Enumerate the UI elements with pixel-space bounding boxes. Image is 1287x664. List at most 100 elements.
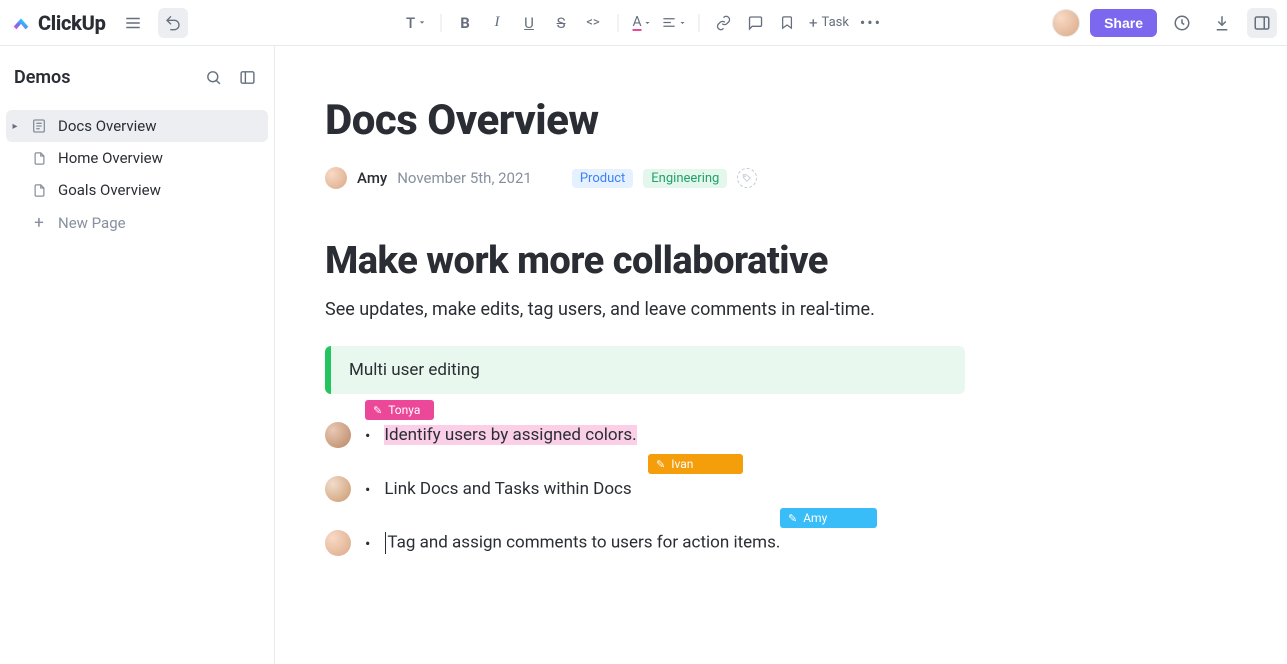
bullet-marker: • <box>365 426 370 445</box>
clock-icon <box>1173 14 1191 32</box>
link-icon <box>715 15 731 31</box>
code-button[interactable]: <> <box>579 9 607 37</box>
new-page-label: New Page <box>58 214 126 232</box>
align-button[interactable] <box>660 9 688 37</box>
collaborator-avatar[interactable] <box>325 476 351 502</box>
search-icon <box>205 69 222 86</box>
bookmark-icon <box>780 15 795 30</box>
doc-icon <box>30 118 48 134</box>
sidebar-item-label: Home Overview <box>58 149 163 167</box>
comment-button[interactable] <box>741 9 769 37</box>
bullet-row[interactable]: ✎ Ivan • Link Docs and Tasks within Docs <box>325 476 1105 502</box>
author-avatar[interactable] <box>325 167 347 189</box>
ellipsis-icon: ••• <box>860 13 882 32</box>
sidebar-item-home-overview[interactable]: Home Overview <box>0 142 274 174</box>
edit-icon: ✎ <box>788 512 797 525</box>
bullet-row[interactable]: ✎ Tonya • Identify users by assigned col… <box>325 422 1105 448</box>
doc-subtext[interactable]: See updates, make edits, tag users, and … <box>325 299 1105 320</box>
download-button[interactable] <box>1207 8 1237 38</box>
bullet-marker: • <box>365 534 370 553</box>
page-icon <box>30 151 48 166</box>
main-layout: Demos ▸ Docs Overview <box>0 46 1287 664</box>
callout-block[interactable]: Multi user editing <box>325 346 965 394</box>
sidebar: Demos ▸ Docs Overview <box>0 46 275 664</box>
presence-name: Amy <box>803 511 827 525</box>
bullet-text[interactable]: Tag and assign comments to users for act… <box>384 532 780 554</box>
author-name[interactable]: Amy <box>357 169 387 187</box>
doc-meta-row: Amy November 5th, 2021 Product Engineeri… <box>325 167 1105 189</box>
bookmark-button[interactable] <box>773 9 801 37</box>
bullet-marker: • <box>365 480 370 499</box>
bold-icon: B <box>460 14 470 32</box>
doc-heading[interactable]: Make work more collaborative <box>325 239 1105 283</box>
download-icon <box>1213 14 1231 32</box>
bullet-text[interactable]: Link Docs and Tasks within Docs <box>384 479 631 499</box>
topbar: ClickUp T B I U S <> A <box>0 0 1287 46</box>
menu-toggle-button[interactable] <box>118 8 148 38</box>
strikethrough-icon: S <box>557 14 566 32</box>
text-color-button[interactable]: A <box>628 9 656 37</box>
underline-button[interactable]: U <box>515 9 543 37</box>
sidebar-new-page-button[interactable]: + New Page <box>0 206 274 240</box>
sidebar-item-label: Docs Overview <box>58 117 157 135</box>
sidebar-collapse-icon <box>239 69 256 86</box>
history-button[interactable] <box>1167 8 1197 38</box>
topbar-right: Share <box>1052 8 1277 38</box>
plus-icon: + <box>30 213 48 233</box>
chevron-down-icon <box>417 18 426 27</box>
presence-tag-ivan: ✎ Ivan <box>648 454 743 474</box>
strikethrough-button[interactable]: S <box>547 9 575 37</box>
tag-icon <box>742 173 752 183</box>
undo-button[interactable] <box>158 8 188 38</box>
app-name: ClickUp <box>38 11 106 35</box>
sidebar-item-docs-overview[interactable]: ▸ Docs Overview <box>6 110 268 142</box>
italic-icon: I <box>495 14 500 31</box>
callout-text[interactable]: Multi user editing <box>331 346 965 394</box>
text-style-dropdown[interactable]: T <box>402 9 430 37</box>
presence-tag-amy: ✎ Amy <box>780 508 877 528</box>
panel-toggle-button[interactable] <box>1247 8 1277 38</box>
page-title[interactable]: Docs Overview <box>325 96 1105 145</box>
presence-name: Ivan <box>671 457 693 471</box>
caret-icon: ▸ <box>10 121 20 132</box>
sidebar-search-button[interactable] <box>200 64 226 90</box>
tag-engineering[interactable]: Engineering <box>643 169 727 188</box>
sidebar-title: Demos <box>14 67 71 88</box>
collaborator-avatar[interactable] <box>325 530 351 556</box>
link-button[interactable] <box>709 9 737 37</box>
sidebar-page-list: ▸ Docs Overview Home Overview Goals Over… <box>0 110 274 240</box>
undo-icon <box>165 15 181 31</box>
doc-date: November 5th, 2021 <box>397 169 532 187</box>
sidebar-header: Demos <box>0 64 274 110</box>
add-task-button[interactable]: + Task <box>805 12 853 34</box>
text-color-icon: A <box>632 15 641 31</box>
bold-button[interactable]: B <box>451 9 479 37</box>
chevron-down-icon <box>644 19 652 27</box>
collaborator-avatar[interactable] <box>325 422 351 448</box>
chevron-down-icon <box>679 19 687 27</box>
current-user-avatar[interactable] <box>1052 9 1080 37</box>
add-tag-button[interactable] <box>737 168 757 188</box>
bullet-text[interactable]: Identify users by assigned colors. <box>384 425 636 445</box>
page-icon <box>30 183 48 198</box>
sidebar-item-goals-overview[interactable]: Goals Overview <box>0 174 274 206</box>
separator <box>440 14 441 32</box>
tag-product[interactable]: Product <box>572 169 633 188</box>
task-label: Task <box>822 15 849 30</box>
code-icon: <> <box>586 15 599 30</box>
clickup-logo-icon <box>10 12 32 34</box>
share-button[interactable]: Share <box>1090 9 1157 37</box>
document-area[interactable]: Docs Overview Amy November 5th, 2021 Pro… <box>275 46 1287 664</box>
separator <box>617 14 618 32</box>
bullets-list: ✎ Tonya • Identify users by assigned col… <box>325 422 1105 556</box>
edit-icon: ✎ <box>373 404 382 417</box>
comment-icon <box>747 15 763 31</box>
align-left-icon <box>662 15 677 30</box>
sidebar-collapse-button[interactable] <box>234 64 260 90</box>
bullet-row[interactable]: ✎ Amy • Tag and assign comments to users… <box>325 530 1105 556</box>
menu-icon <box>124 14 142 32</box>
more-button[interactable]: ••• <box>857 9 885 37</box>
app-logo[interactable]: ClickUp <box>10 11 106 35</box>
italic-button[interactable]: I <box>483 9 511 37</box>
formatting-toolbar: T B I U S <> A + Task ••• <box>402 9 885 37</box>
